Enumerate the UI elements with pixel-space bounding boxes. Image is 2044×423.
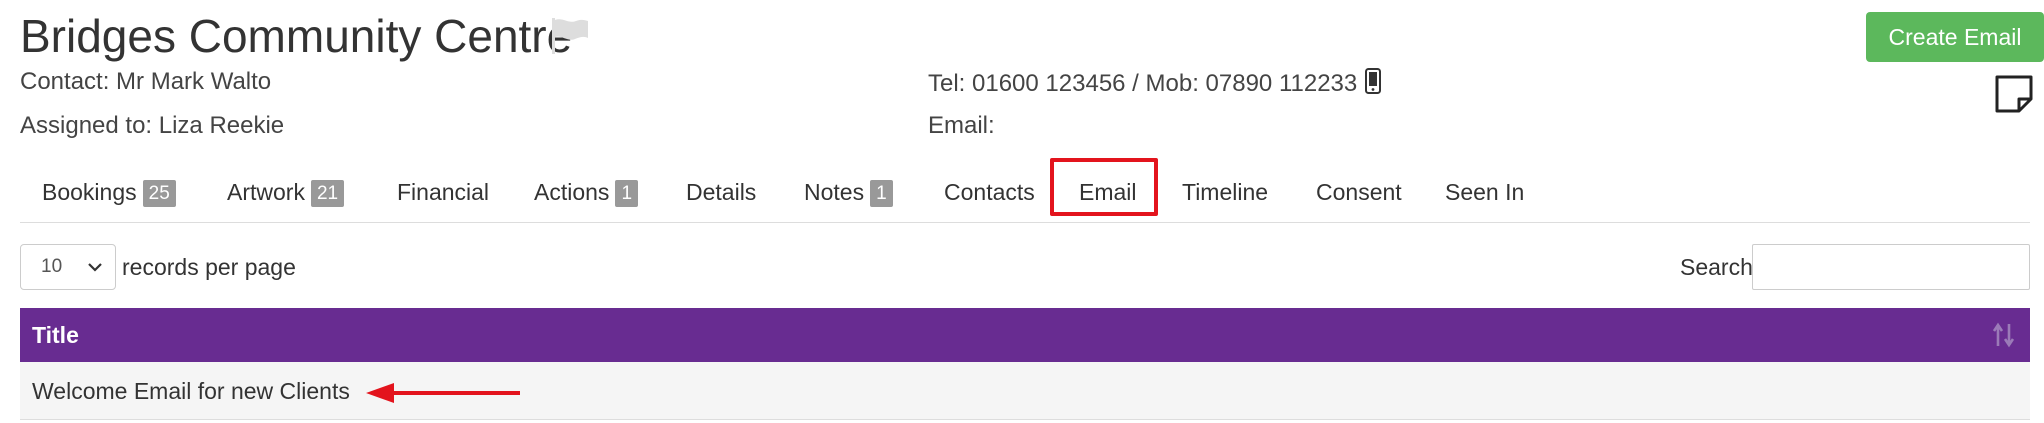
email-tab-highlight xyxy=(1050,158,1158,216)
table-row[interactable]: Welcome Email for new Clients xyxy=(20,362,2030,420)
arrow-left-icon xyxy=(366,383,520,403)
assigned-text: Assigned to: Liza Reekie xyxy=(20,112,285,139)
tab-timeline[interactable]: Timeline xyxy=(1182,174,1268,210)
tab-label: Financial xyxy=(397,179,490,205)
tab-label: Actions xyxy=(534,179,610,205)
count-badge: 25 xyxy=(142,180,176,207)
chevron-down-icon xyxy=(88,263,102,272)
count-badge: 1 xyxy=(615,180,639,207)
contact-text: Contact: Mr Mark Walto xyxy=(20,68,272,95)
sticky-note-icon[interactable] xyxy=(1994,74,2034,114)
table-header: Title xyxy=(20,308,2030,362)
tab-label: Details xyxy=(686,179,757,205)
tab-bookings[interactable]: Bookings 25 xyxy=(42,174,176,210)
create-email-button[interactable]: Create Email xyxy=(1866,12,2044,62)
count-badge: 1 xyxy=(870,180,893,207)
email-title-cell[interactable]: Welcome Email for new Clients xyxy=(32,378,350,405)
column-header-title[interactable]: Title xyxy=(32,322,79,349)
tab-bar: Bookings 25 Artwork 21 Financial Actions 1 … xyxy=(20,162,2030,223)
count-badge: 21 xyxy=(310,180,345,207)
search-input[interactable] xyxy=(1752,244,2030,290)
search-label: Search: xyxy=(1680,254,1760,280)
page-length-value: 10 xyxy=(41,256,63,277)
page-length-select[interactable]: 10 xyxy=(20,244,116,290)
tab-label: Seen In xyxy=(1445,179,1525,205)
tab-label: Contacts xyxy=(944,179,1035,205)
tab-label: Timeline xyxy=(1182,179,1269,205)
tab-contacts[interactable]: Contacts xyxy=(944,174,1035,210)
tab-actions[interactable]: Actions 1 xyxy=(534,174,639,210)
tab-label: Notes xyxy=(804,179,865,205)
tab-seen-in[interactable]: Seen In xyxy=(1445,174,1524,210)
phone-numbers: Tel: 01600 123456 / Mob: 07890 112233 xyxy=(928,68,1382,98)
tab-label: Artwork xyxy=(227,179,305,205)
tab-label: Consent xyxy=(1316,179,1402,205)
tab-details[interactable]: Details xyxy=(686,174,756,210)
mobile-phone-icon xyxy=(1365,68,1382,94)
phone-text: Tel: 01600 123456 / Mob: 07890 112233 xyxy=(928,70,1358,97)
tab-financial[interactable]: Financial xyxy=(397,174,489,210)
tab-label: Bookings xyxy=(42,179,137,205)
email-text: Email: xyxy=(928,112,995,139)
tab-notes[interactable]: Notes 1 xyxy=(804,174,893,210)
flag-icon[interactable] xyxy=(548,16,592,56)
records-per-page-label: records per page xyxy=(122,254,296,280)
tab-artwork[interactable]: Artwork 21 xyxy=(227,174,345,210)
page-title: Bridges Community Centre xyxy=(20,10,573,62)
tab-consent[interactable]: Consent xyxy=(1316,174,1402,210)
sort-icon[interactable] xyxy=(1992,322,2016,348)
